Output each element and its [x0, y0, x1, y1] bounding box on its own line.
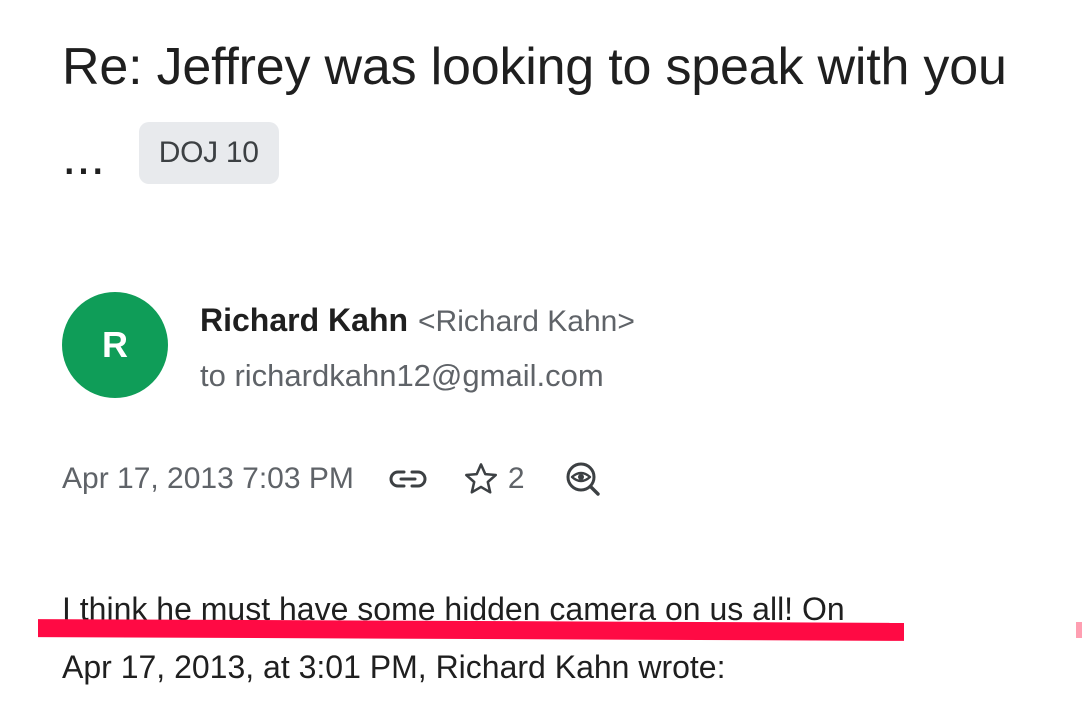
- message-meta-row: Apr 17, 2013 7:03 PM 2: [62, 454, 603, 504]
- body-line-2: Apr 17, 2013, at 3:01 PM, Richard Kahn w…: [62, 649, 726, 685]
- eye-search-icon[interactable]: [563, 459, 603, 499]
- avatar[interactable]: R: [62, 292, 168, 398]
- email-view: Re: Jeffrey was looking to speak with yo…: [0, 0, 1082, 707]
- highlight-edge-mark: [1076, 622, 1082, 638]
- message-date: Apr 17, 2013 7:03 PM: [62, 462, 354, 495]
- star-outline-icon[interactable]: [462, 460, 500, 498]
- recipient-line[interactable]: to richardkahn12@gmail.com: [200, 354, 604, 398]
- sender-email: <Richard Kahn>: [418, 305, 635, 338]
- star-count: 2: [507, 462, 525, 495]
- label-chip[interactable]: DOJ 10: [138, 122, 279, 184]
- red-highlight-underline: [38, 619, 904, 641]
- link-icon[interactable]: [388, 467, 428, 491]
- email-subject: Re: Jeffrey was looking to speak with yo…: [62, 22, 1052, 202]
- sender-name[interactable]: Richard Kahn: [200, 302, 408, 338]
- sender-line: Richard Kahn <Richard Kahn>: [200, 298, 635, 344]
